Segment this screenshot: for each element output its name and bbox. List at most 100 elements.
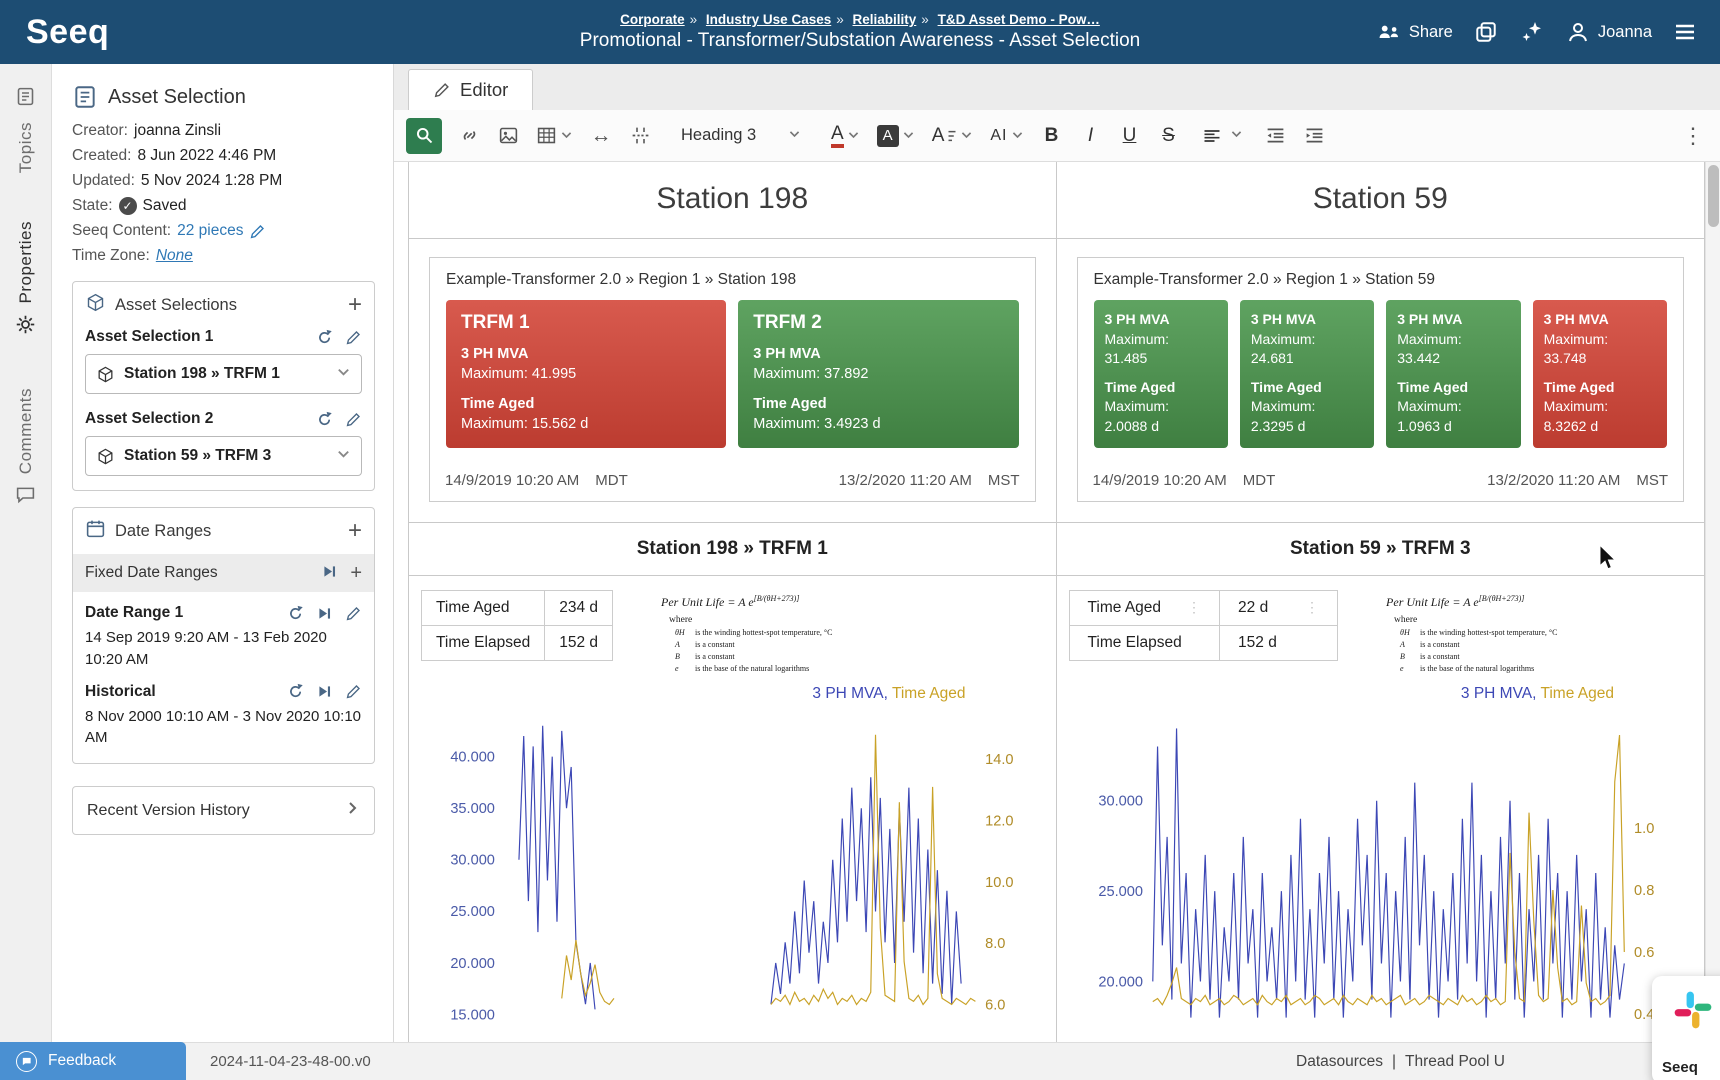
- chevron-down-icon: [788, 126, 801, 145]
- bold-button[interactable]: B: [1034, 118, 1070, 154]
- share-button[interactable]: Share: [1376, 19, 1453, 45]
- stats-table[interactable]: Time Aged234 d Time Elapsed152 d: [421, 590, 613, 661]
- ai-sparkles-icon[interactable]: [1519, 19, 1545, 45]
- station-59-box: Example-Transformer 2.0 » Region 1 » Sta…: [1077, 257, 1685, 502]
- underline-button[interactable]: U: [1112, 118, 1148, 154]
- resize-horizontal-button[interactable]: ↔: [583, 118, 619, 154]
- svg-text:12.0: 12.0: [985, 813, 1013, 829]
- breadcrumb-link-td-asset-demo[interactable]: T&D Asset Demo - Pow…: [938, 12, 1100, 27]
- breadcrumb-link-industry-use-cases[interactable]: Industry Use Cases: [706, 12, 831, 27]
- add-asset-selection-button[interactable]: +: [348, 293, 362, 317]
- text-color-icon: A: [831, 124, 844, 148]
- add-fixed-date-range-button[interactable]: +: [350, 563, 362, 583]
- chevron-down-icon: [1011, 126, 1024, 146]
- asset-selection-1-dropdown[interactable]: Station 198 » TRFM 1: [85, 354, 362, 394]
- image-button[interactable]: [490, 118, 526, 154]
- version-timestamp: 2024-11-04-23-48-00.v0: [210, 1053, 371, 1070]
- tab-editor[interactable]: Editor: [408, 69, 533, 110]
- outdent-button[interactable]: [1258, 118, 1294, 154]
- stats-table[interactable]: Time Aged⋮ 22 d⋮ Time Elapsed 152 d: [1069, 590, 1339, 661]
- svg-text:1.0: 1.0: [1634, 821, 1654, 837]
- refresh-icon[interactable]: [316, 411, 333, 428]
- metric-card-4[interactable]: 3 PH MVA Maximum: 33.748 Time Aged Maxim…: [1533, 300, 1667, 448]
- refresh-icon[interactable]: [287, 605, 304, 622]
- letter-style-button[interactable]: AI: [983, 118, 1030, 154]
- highlight-color-icon: A: [877, 125, 899, 147]
- editor-toolbar: ↔ Heading 3 A A A AI: [394, 110, 1720, 162]
- metric-card-trfm2[interactable]: TRFM 2 3 PH MVA Maximum: 37.892 Time Age…: [738, 300, 1018, 448]
- metric-card-1[interactable]: 3 PH MVA Maximum: 31.485 Time Aged Maxim…: [1094, 300, 1228, 448]
- breadcrumb-link-reliability[interactable]: Reliability: [853, 12, 917, 27]
- horizontal-arrows-icon: ↔: [591, 124, 612, 148]
- recent-version-history-button[interactable]: Recent Version History: [72, 786, 375, 835]
- breadcrumb: Corporate» Industry Use Cases» Reliabili…: [410, 12, 1310, 27]
- metric-card-trfm1[interactable]: TRFM 1 3 PH MVA Maximum: 41.995 Time Age…: [446, 300, 726, 448]
- letter-style-icon: AI: [990, 127, 1007, 145]
- step-to-end-icon[interactable]: [321, 563, 338, 580]
- slack-toast[interactable]: Seeq: [1652, 976, 1720, 1080]
- scrollbar-thumb[interactable]: [1708, 165, 1719, 227]
- duplicate-worksheet-icon[interactable]: [1473, 19, 1499, 45]
- rail-item-topics[interactable]: Topics: [15, 86, 36, 173]
- seeq-logo[interactable]: Seeq: [0, 13, 135, 52]
- metric-card-3[interactable]: 3 PH MVA Maximum: 33.442 Time Aged Maxim…: [1386, 300, 1520, 448]
- timezone-link[interactable]: None: [156, 247, 193, 265]
- section-header-trfm1: Station 198 » TRFM 1: [409, 523, 1057, 576]
- heading-select[interactable]: Heading 3: [671, 120, 811, 151]
- breadcrumb-link-corporate[interactable]: Corporate: [620, 12, 685, 27]
- pencil-icon[interactable]: [345, 605, 362, 622]
- svg-text:20.000: 20.000: [1098, 974, 1143, 990]
- header-center: Corporate» Industry Use Cases» Reliabili…: [410, 12, 1310, 52]
- refresh-icon[interactable]: [316, 329, 333, 346]
- feedback-button[interactable]: Feedback: [0, 1042, 186, 1080]
- chevron-down-icon: [847, 126, 860, 146]
- indent-button[interactable]: [1297, 118, 1333, 154]
- refresh-icon[interactable]: [287, 683, 304, 700]
- add-date-range-button[interactable]: +: [348, 519, 362, 543]
- strikethrough-button[interactable]: S: [1151, 118, 1187, 154]
- table-button[interactable]: [529, 118, 580, 154]
- asset-selection-2-dropdown[interactable]: Station 59 » TRFM 3: [85, 436, 362, 476]
- app-body: Topics Properties Comments Asset Selecti…: [0, 64, 1720, 1042]
- svg-text:14.0: 14.0: [985, 752, 1013, 768]
- user-menu[interactable]: Joanna: [1565, 19, 1652, 45]
- thread-pool-link[interactable]: Thread Pool U: [1405, 1053, 1505, 1071]
- chevron-down-icon: [1230, 126, 1243, 145]
- chevron-down-icon: [336, 446, 351, 466]
- drag-handle-icon[interactable]: ⋮: [1187, 599, 1201, 616]
- pieces-link[interactable]: 22 pieces: [177, 222, 243, 240]
- sidebar-title: Asset Selection: [108, 86, 246, 109]
- font-size-button[interactable]: A: [925, 118, 981, 154]
- seeq-search-icon: [414, 125, 435, 146]
- align-button[interactable]: [1192, 120, 1253, 152]
- rail-item-properties[interactable]: Properties: [15, 221, 36, 339]
- text-color-button[interactable]: A: [824, 118, 867, 154]
- overflow-menu-button[interactable]: ⋮: [1678, 123, 1708, 149]
- svg-text:10.0: 10.0: [985, 875, 1013, 891]
- pencil-icon[interactable]: [345, 329, 362, 346]
- editor-main: Editor ↔ Heading 3: [394, 64, 1720, 1042]
- share-label: Share: [1409, 23, 1453, 42]
- datasources-link[interactable]: Datasources: [1296, 1053, 1383, 1071]
- hamburger-menu-icon[interactable]: [1672, 19, 1698, 45]
- pencil-icon[interactable]: [249, 223, 266, 240]
- rail-label-properties: Properties: [16, 221, 36, 303]
- step-to-end-icon[interactable]: [316, 683, 333, 700]
- cube-icon: [96, 447, 115, 466]
- italic-button[interactable]: I: [1073, 118, 1109, 154]
- pencil-icon[interactable]: [345, 683, 362, 700]
- highlight-color-button[interactable]: A: [870, 118, 922, 154]
- page-break-button[interactable]: [622, 118, 658, 154]
- drag-handle-icon[interactable]: ⋮: [1305, 599, 1319, 616]
- gear-icon: [15, 314, 36, 340]
- step-to-end-icon[interactable]: [316, 605, 333, 622]
- date-ranges-header: Date Ranges +: [85, 518, 362, 544]
- pencil-icon[interactable]: [345, 411, 362, 428]
- insert-seeq-content-button[interactable]: [406, 118, 442, 154]
- link-button[interactable]: [451, 118, 487, 154]
- metric-card-2[interactable]: 3 PH MVA Maximum: 24.681 Time Aged Maxim…: [1240, 300, 1374, 448]
- breadcrumb-separator: »: [836, 12, 844, 27]
- vertical-scrollbar[interactable]: [1705, 162, 1720, 1042]
- rail-item-comments[interactable]: Comments: [15, 388, 36, 510]
- per-unit-life-formula: Per Unit Life = A e[B/(θH+273)] where θH…: [1386, 594, 1557, 675]
